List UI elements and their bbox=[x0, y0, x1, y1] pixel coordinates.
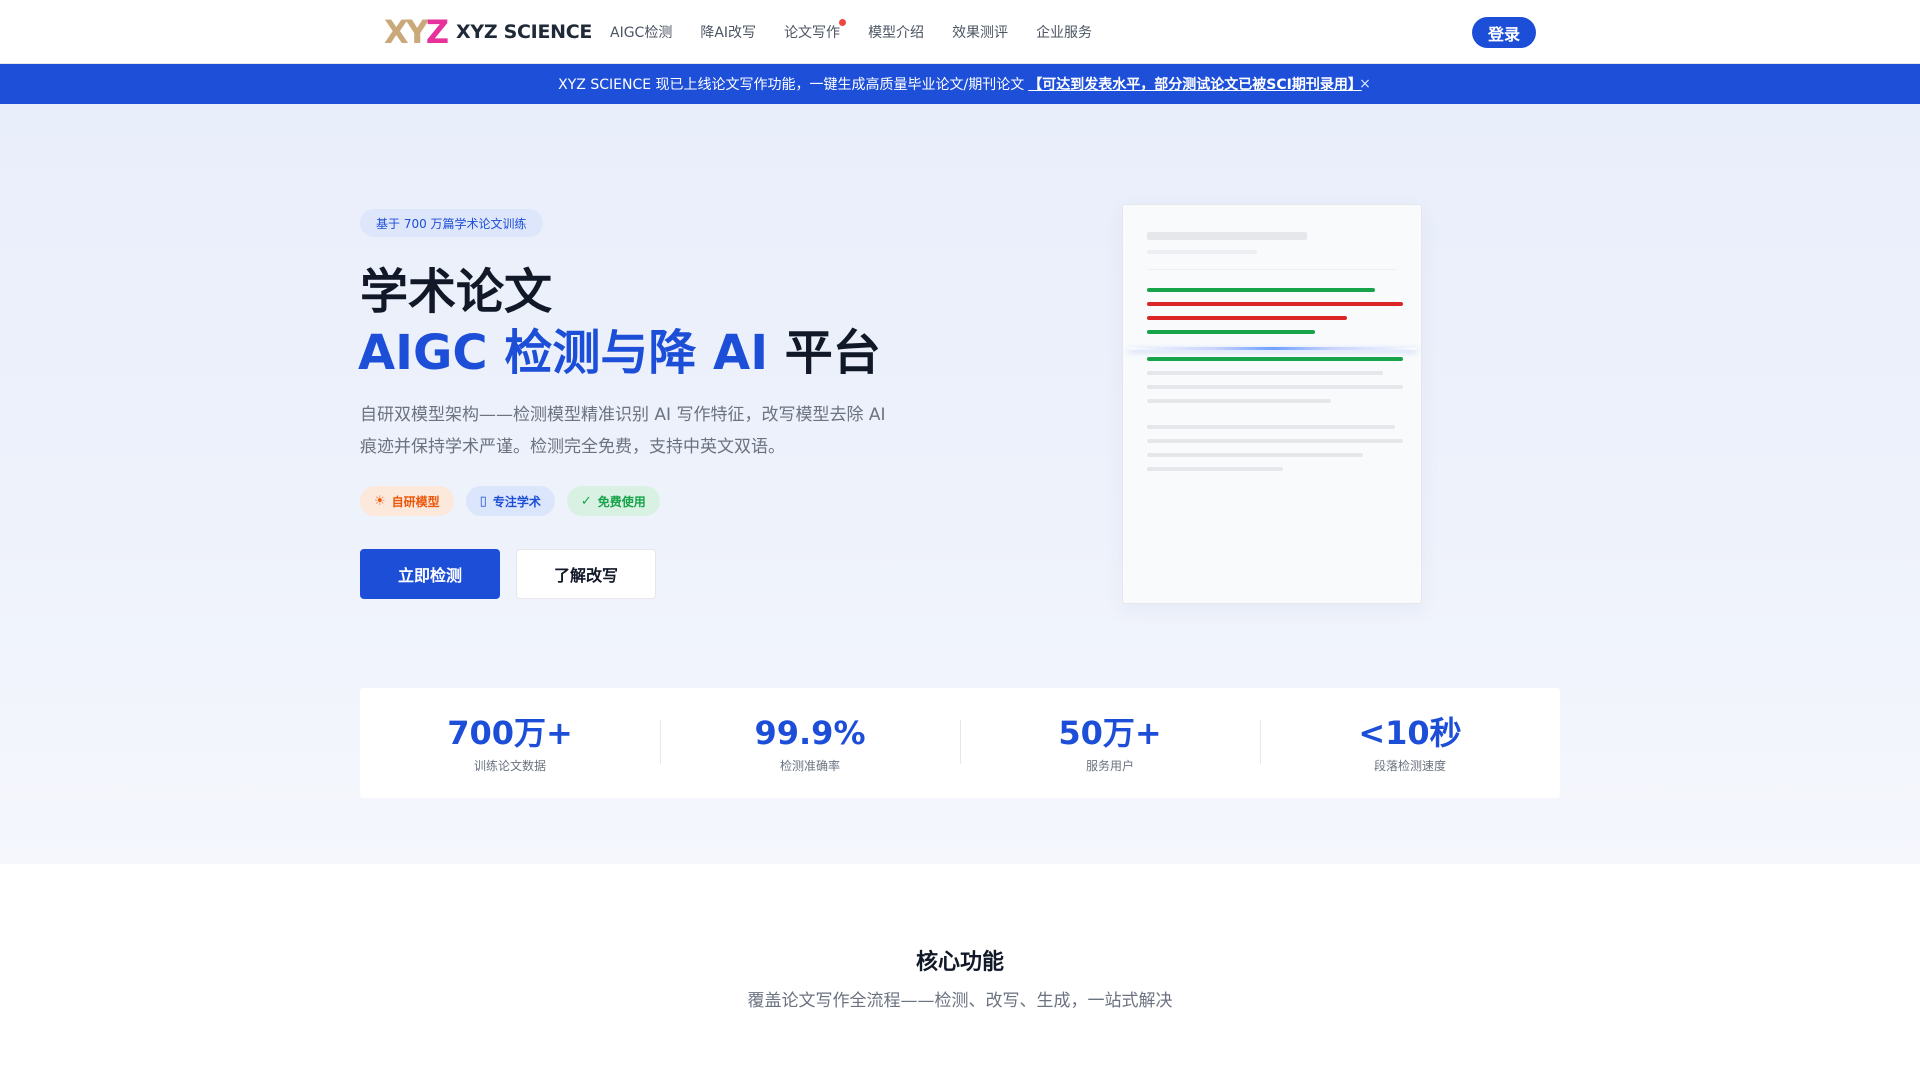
doc-line-ai bbox=[1147, 316, 1347, 320]
doc-line-human bbox=[1147, 357, 1403, 361]
doc-divider bbox=[1147, 269, 1397, 270]
stat-accuracy: 99.9% 检测准确率 bbox=[660, 688, 960, 798]
hero-section: 基于 700 万篇学术论文训练 学术论文 AIGC 检测与降 AI 平台 自研双… bbox=[0, 104, 1920, 864]
book-icon: ▯ bbox=[479, 493, 487, 509]
nav-item-ai-rewrite[interactable]: 降AI改写 bbox=[700, 22, 756, 42]
section-title: 核心功能 bbox=[915, 950, 1004, 975]
main-nav: AIGC检测 降AI改写 论文写作 模型介绍 效果测评 企业服务 bbox=[610, 0, 1092, 64]
doc-text-line bbox=[1147, 439, 1403, 443]
hero-title-suffix: 平台 bbox=[784, 325, 881, 381]
stat-label: 服务用户 bbox=[1085, 758, 1134, 773]
doc-line-human bbox=[1147, 330, 1315, 334]
sun-icon: ☀ bbox=[374, 493, 386, 509]
doc-text-line bbox=[1147, 371, 1383, 375]
doc-subtitle-line bbox=[1147, 250, 1257, 254]
check-icon: ✓ bbox=[580, 493, 592, 509]
nav-item-label: 论文写作 bbox=[784, 25, 841, 41]
stat-training-data: 700万+ 训练论文数据 bbox=[360, 688, 660, 798]
chip-free: ✓ 免费使用 bbox=[566, 486, 660, 516]
doc-text-line bbox=[1147, 385, 1403, 389]
learn-rewrite-button[interactable]: 了解改写 bbox=[516, 549, 656, 599]
doc-text-line bbox=[1147, 425, 1395, 429]
doc-text-line bbox=[1147, 453, 1363, 457]
hero-description: 自研双模型架构——检测模型精准识别 AI 写作特征，改写模型去除 AI 痕迹并保… bbox=[360, 405, 886, 457]
login-button[interactable]: 登录 bbox=[1472, 17, 1536, 48]
new-badge-dot bbox=[839, 19, 847, 26]
doc-line-ai bbox=[1147, 302, 1403, 306]
brand-name: XYZ SCIENCE bbox=[456, 21, 593, 43]
nav-item-enterprise[interactable]: 企业服务 bbox=[1036, 22, 1092, 42]
feature-chips: ☀ 自研模型 ▯ 专注学术 ✓ 免费使用 bbox=[360, 486, 660, 516]
stat-label: 段落检测速度 bbox=[1373, 758, 1446, 773]
chip-self-developed: ☀ 自研模型 bbox=[360, 486, 454, 516]
chip-academic: ▯ 专注学术 bbox=[465, 486, 555, 516]
nav-item-evaluation[interactable]: 效果测评 bbox=[952, 22, 1008, 42]
stat-speed: <10秒 段落检测速度 bbox=[1260, 688, 1560, 798]
chip-label: 免费使用 bbox=[597, 494, 646, 509]
chip-label: 专注学术 bbox=[492, 494, 541, 509]
logo[interactable]: X Y Z XYZ SCIENCE bbox=[384, 16, 592, 48]
doc-line-human bbox=[1147, 288, 1375, 292]
doc-text-line bbox=[1147, 399, 1331, 403]
training-tag: 基于 700 万篇学术论文训练 bbox=[360, 209, 543, 237]
stat-value: 50万+ bbox=[1058, 713, 1162, 752]
close-icon[interactable]: × bbox=[1356, 75, 1374, 93]
doc-title-line bbox=[1147, 232, 1307, 240]
announcement-link[interactable]: 【可达到发表水平，部分测试论文已被SCI期刊录用】 bbox=[1028, 74, 1362, 94]
stat-value: <10秒 bbox=[1358, 713, 1462, 752]
stat-users: 50万+ 服务用户 bbox=[960, 688, 1260, 798]
logo-mark: X Y Z bbox=[384, 13, 449, 51]
stat-label: 检测准确率 bbox=[779, 758, 840, 773]
stats-panel: 700万+ 训练论文数据 99.9% 检测准确率 50万+ 服务用户 <10秒 … bbox=[360, 688, 1560, 798]
hero-title-highlight: AIGC 检测与降 AI bbox=[358, 325, 769, 381]
document-preview-illustration bbox=[1122, 204, 1422, 604]
announcement-text: XYZ SCIENCE 现已上线论文写作功能，一键生成高质量毕业论文/期刊论文 bbox=[558, 77, 1025, 93]
announcement-bar: XYZ SCIENCE 现已上线论文写作功能，一键生成高质量毕业论文/期刊论文 … bbox=[0, 64, 1920, 104]
section-subtitle: 覆盖论文写作全流程——检测、改写、生成，一站式解决 bbox=[747, 991, 1173, 1011]
nav-item-aigc-detect[interactable]: AIGC检测 bbox=[610, 22, 672, 42]
top-header: X Y Z XYZ SCIENCE AIGC检测 降AI改写 论文写作 模型介绍… bbox=[0, 0, 1920, 64]
nav-item-models[interactable]: 模型介绍 bbox=[868, 22, 924, 42]
doc-text-line bbox=[1147, 467, 1283, 471]
start-detection-button[interactable]: 立即检测 bbox=[360, 549, 500, 599]
hero-title-line2: AIGC 检测与降 AI 平台 bbox=[358, 322, 881, 384]
stat-value: 700万+ bbox=[447, 713, 573, 752]
stat-value: 99.9% bbox=[754, 713, 866, 752]
nav-item-paper-writing[interactable]: 论文写作 bbox=[784, 19, 847, 42]
chip-label: 自研模型 bbox=[391, 494, 440, 509]
scan-bar bbox=[1129, 347, 1417, 350]
hero-title-line1: 学术论文 bbox=[360, 264, 553, 320]
stat-label: 训练论文数据 bbox=[473, 758, 546, 773]
